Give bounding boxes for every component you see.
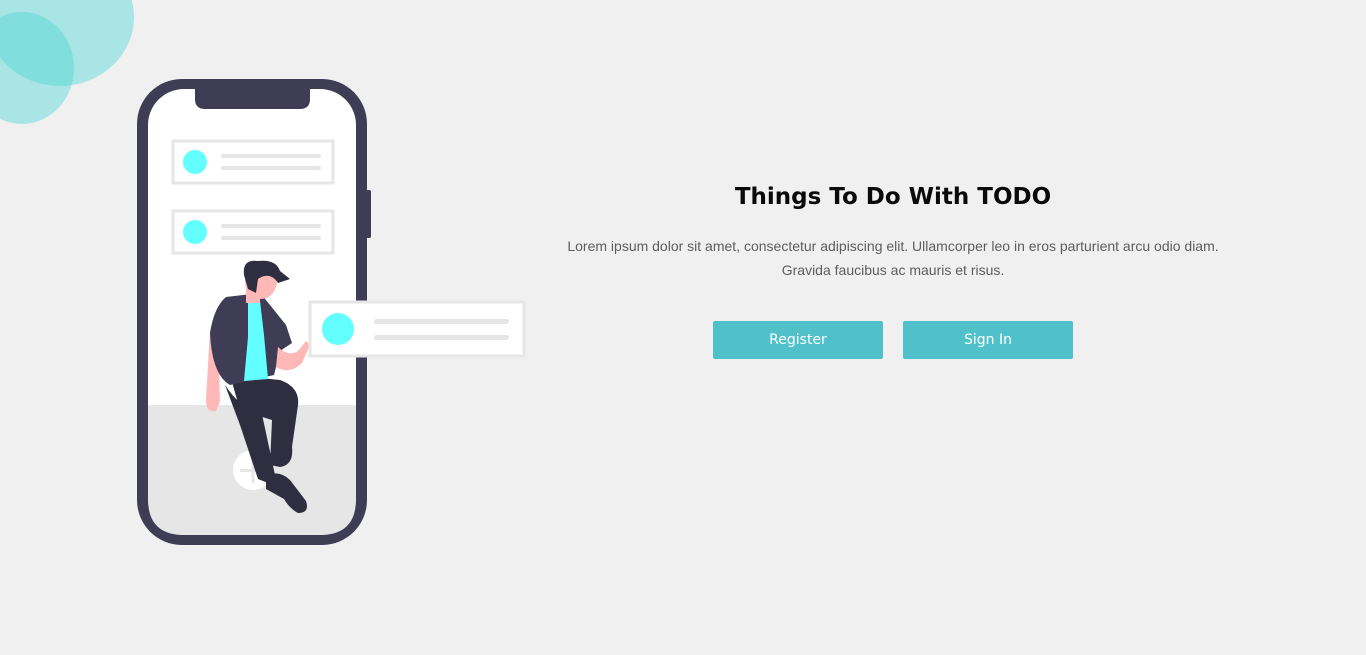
hero-description: Lorem ipsum dolor sit amet, consectetur …	[567, 238, 1219, 278]
todo-card-icon	[171, 209, 335, 255]
todo-card-icon	[171, 139, 335, 185]
hero-section: Things To Do With TODO Lorem ipsum dolor…	[556, 180, 1230, 359]
auth-actions: Register Sign In	[556, 321, 1230, 359]
sign-in-button[interactable]: Sign In	[903, 321, 1073, 359]
page-title: Things To Do With TODO	[734, 184, 1052, 210]
phone-illustration	[137, 79, 526, 545]
register-button[interactable]: Register	[713, 321, 883, 359]
todo-card-icon	[308, 300, 526, 358]
landing-page: Things To Do With TODO Lorem ipsum dolor…	[0, 0, 1366, 655]
